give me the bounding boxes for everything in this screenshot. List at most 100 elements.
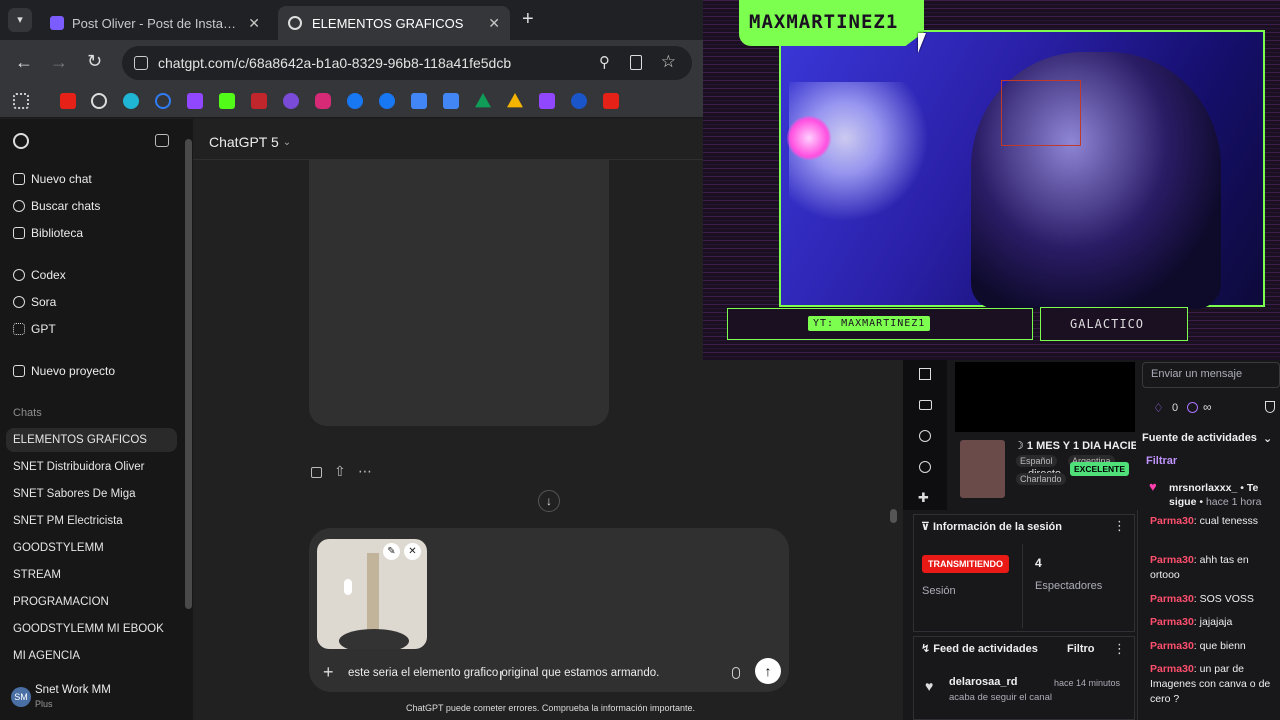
bookmark-red-icon[interactable] — [251, 93, 267, 109]
close-icon[interactable]: ✕ — [488, 15, 500, 32]
emote-icon[interactable] — [919, 461, 931, 473]
chat-message-input[interactable]: Enviar un mensaje — [1142, 362, 1280, 388]
composer-input[interactable]: este seria el elemento grafico original … — [348, 667, 659, 679]
tag-charlando[interactable]: Charlando — [1016, 473, 1066, 485]
canva-icon[interactable] — [123, 93, 139, 109]
gear-icon[interactable] — [919, 430, 931, 442]
streamer-name-plate: MAXMARTINEZ1 — [739, 0, 924, 46]
chat-user[interactable]: Parma30 — [1150, 663, 1194, 675]
copy-icon[interactable] — [311, 467, 322, 478]
chat-item[interactable]: SNET Distribuidora Oliver — [13, 461, 144, 473]
page-icon[interactable] — [630, 55, 642, 70]
docs-icon[interactable] — [411, 93, 427, 109]
heart-icon: ♥ — [1149, 479, 1157, 494]
channel-points-icon[interactable]: ♢ — [1153, 401, 1164, 415]
back-icon[interactable]: ← — [15, 52, 33, 73]
sidebar-scrollbar[interactable] — [185, 139, 192, 609]
stream-title: ☽ 1 MES Y 1 DIA HACIEN — [1014, 439, 1136, 452]
drive-icon[interactable] — [507, 93, 523, 108]
nav-gpt[interactable]: GPT — [13, 322, 56, 336]
youtube-icon[interactable] — [603, 93, 619, 109]
microphone-icon[interactable] — [732, 667, 740, 679]
feed-user[interactable]: delarosaa_rd — [949, 676, 1017, 688]
drive-icon[interactable] — [475, 93, 491, 108]
zoom-icon[interactable]: ⚲ — [599, 53, 610, 71]
bookmark-circle-icon[interactable] — [283, 93, 299, 109]
apps-grid-icon[interactable] — [13, 93, 29, 109]
user-name[interactable]: Snet Work MM — [35, 684, 111, 696]
docs-icon[interactable] — [443, 93, 459, 109]
bookmark-u-icon[interactable] — [571, 93, 587, 109]
close-sidebar-icon[interactable] — [155, 134, 169, 147]
facebook-icon[interactable] — [347, 93, 363, 109]
share-icon[interactable]: ⇧ — [334, 463, 346, 480]
filter-link[interactable]: Filtrar — [1146, 455, 1177, 467]
feed-menu-icon[interactable]: ⋮ — [1113, 641, 1126, 657]
nav-nuevo-proyecto[interactable]: Nuevo proyecto — [13, 364, 115, 378]
feed-filter-button[interactable]: Filtro — [1067, 643, 1095, 655]
stream-icon[interactable] — [919, 400, 932, 410]
twitch-icon[interactable] — [187, 93, 203, 109]
openai-logo-icon[interactable] — [13, 133, 29, 149]
tab-search-button[interactable]: ▾ — [8, 8, 32, 32]
webcam-overlay: MAXMARTINEZ1 YT: MAXMARTINEZ1 GALACTICO — [703, 0, 1280, 360]
nav-label: Buscar chats — [31, 199, 101, 213]
chat-item[interactable]: ELEMENTOS GRAFICOS — [13, 434, 147, 446]
model-selector[interactable]: ChatGPT 5 ⌄ — [209, 134, 291, 152]
chat-user[interactable]: Parma30 — [1150, 515, 1194, 527]
nav-buscar-chats[interactable]: Buscar chats — [13, 199, 100, 213]
kick-icon[interactable] — [219, 93, 235, 109]
session-heading: ⊽ Información de la sesión — [921, 520, 1062, 533]
twitch-icon[interactable] — [539, 93, 555, 109]
scroll-down-button[interactable]: ↓ — [538, 490, 560, 512]
shield-icon[interactable] — [1265, 401, 1275, 413]
site-settings-icon[interactable] — [134, 56, 148, 70]
chat-user[interactable]: Parma30 — [1150, 616, 1194, 628]
activity-heading[interactable]: Fuente de actividades ⌄ — [1142, 432, 1272, 445]
tab-post-oliver[interactable]: Post Oliver - Post de Instagram ✕ — [40, 6, 270, 40]
chat-item[interactable]: SNET PM Electricista — [13, 515, 123, 527]
nav-nuevo-chat[interactable]: Nuevo chat — [13, 172, 92, 186]
chat-user[interactable]: Parma30 — [1150, 640, 1194, 652]
new-tab-button[interactable]: + — [522, 8, 534, 31]
reload-icon[interactable]: ↻ — [87, 51, 102, 72]
send-button[interactable]: ↑ — [755, 658, 781, 684]
meta-icon[interactable] — [155, 93, 171, 109]
edit-attachment-icon[interactable]: ✎ — [383, 543, 400, 560]
nav-label: Nuevo chat — [31, 172, 92, 186]
remove-attachment-icon[interactable]: ✕ — [404, 543, 421, 560]
tab-elementos-graficos[interactable]: ELEMENTOS GRAFICOS ✕ — [278, 6, 510, 40]
youtube-icon[interactable] — [60, 93, 76, 109]
add-attachment-icon[interactable]: + — [323, 662, 334, 683]
more-options-icon[interactable]: ⋯ — [358, 463, 372, 480]
add-user-icon[interactable]: ✚ — [918, 490, 929, 506]
tag-espanol[interactable]: Español — [1016, 455, 1057, 467]
chat-item[interactable]: GOODSTYLEMM MI EBOOK — [13, 623, 164, 635]
chat-message: Parma30: que bienn — [1150, 640, 1246, 652]
moon-icon: ☽ — [1014, 440, 1027, 452]
follow-user[interactable]: mrsnorlaxxx_ — [1169, 482, 1237, 494]
user-avatar[interactable]: SM — [11, 687, 31, 707]
chat-item[interactable]: GOODSTYLEMM — [13, 542, 104, 554]
facebook-icon[interactable] — [379, 93, 395, 109]
crop-icon[interactable] — [919, 368, 931, 380]
chat-text: que bienn — [1199, 640, 1246, 652]
address-bar[interactable]: chatgpt.com/c/68a8642a-b1a0-8329-96b8-11… — [122, 46, 692, 80]
chat-item[interactable]: SNET Sabores De Miga — [13, 488, 136, 500]
session-menu-icon[interactable]: ⋮ — [1113, 518, 1126, 534]
chat-user[interactable]: Parma30 — [1150, 554, 1194, 566]
stream-thumbnail[interactable] — [960, 440, 1005, 498]
chat-item[interactable]: PROGRAMACION — [13, 596, 109, 608]
forward-icon[interactable]: → — [50, 52, 68, 73]
chat-user[interactable]: Parma30 — [1150, 593, 1194, 605]
bookmark-star-icon[interactable]: ☆ — [661, 52, 676, 72]
nav-biblioteca[interactable]: Biblioteca — [13, 226, 83, 240]
nav-codex[interactable]: Codex — [13, 268, 66, 282]
nav-sora[interactable]: Sora — [13, 295, 56, 309]
close-icon[interactable]: ✕ — [248, 15, 260, 32]
main-scrollbar[interactable] — [890, 509, 897, 523]
instagram-icon[interactable] — [315, 93, 331, 109]
openai-icon[interactable] — [91, 93, 107, 109]
chat-item[interactable]: STREAM — [13, 569, 61, 581]
chat-item[interactable]: MI AGENCIA — [13, 650, 80, 662]
